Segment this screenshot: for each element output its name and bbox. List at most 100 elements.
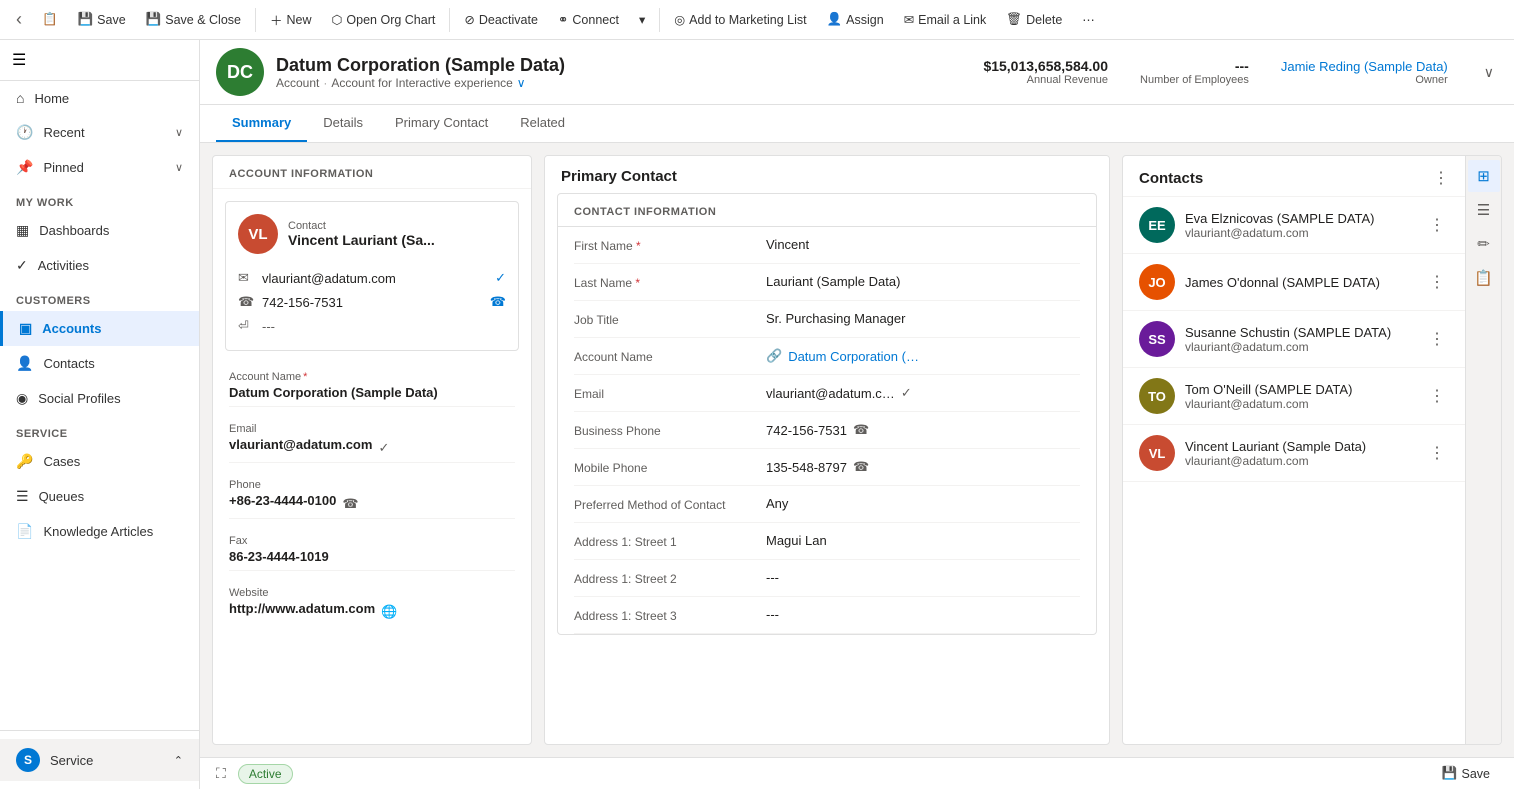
list-view-icon-button[interactable]: ☰	[1468, 194, 1500, 226]
accounts-icon: ▣	[19, 320, 32, 337]
email-copy-icon[interactable]: ✓	[378, 440, 389, 456]
status-bar: ⛶ Active 💾 Save	[200, 757, 1514, 789]
mobile-phone-value: 135-548-8797 ☎	[766, 459, 1080, 475]
sidebar-item-social-profiles[interactable]: ◉ Social Profiles	[0, 381, 199, 416]
deactivate-button[interactable]: ⊘ Deactivate	[456, 8, 546, 31]
add-marketing-list-button[interactable]: ◎ Add to Marketing List	[666, 8, 814, 31]
owner-label: Owner	[1281, 74, 1448, 86]
email-pc-label: Email	[574, 385, 754, 401]
sep3	[659, 8, 660, 32]
record-meta: $15,013,658,584.00 Annual Revenue --- Nu…	[983, 58, 1498, 86]
tab-related[interactable]: Related	[504, 105, 581, 142]
assign-button[interactable]: 👤 Assign	[819, 8, 892, 31]
expand-view-button[interactable]: ⛶	[216, 765, 226, 782]
account-name-pc-field: Account Name 🔗 Datum Corporation (…	[574, 338, 1080, 375]
status-badge: Active	[238, 764, 293, 784]
annual-revenue-value: $15,013,658,584.00	[983, 58, 1108, 74]
sidebar-item-knowledge-articles[interactable]: 📄 Knowledge Articles	[0, 514, 199, 549]
service-section-label: Service	[0, 416, 199, 444]
process-chevron[interactable]: ∨	[517, 76, 526, 90]
list-item[interactable]: TO Tom O'Neill (SAMPLE DATA) vlauriant@a…	[1123, 368, 1465, 425]
contact-ss-more[interactable]: ⋮	[1425, 327, 1449, 351]
document-icon-button[interactable]: 📋	[1468, 262, 1500, 294]
list-item[interactable]: EE Eva Elznicovas (SAMPLE DATA) vlaurian…	[1123, 197, 1465, 254]
delete-button[interactable]: 🗑 Delete	[998, 8, 1070, 31]
overflow-button[interactable]: ⋯	[1074, 8, 1103, 31]
email-action-icon[interactable]: ✓	[495, 270, 506, 286]
annual-revenue-meta: $15,013,658,584.00 Annual Revenue	[983, 58, 1108, 86]
contact-ee-more[interactable]: ⋮	[1425, 213, 1449, 237]
contact-vl-more[interactable]: ⋮	[1425, 441, 1449, 465]
owner-value[interactable]: Jamie Reding (Sample Data)	[1281, 59, 1448, 74]
contact-jo-more[interactable]: ⋮	[1425, 270, 1449, 294]
sidebar-item-pinned[interactable]: 📌 Pinned ∨	[0, 150, 199, 185]
first-name-value: Vincent	[766, 237, 1080, 252]
website-label: Website	[229, 587, 515, 599]
sidebar-item-activities[interactable]: ✓ Activities	[0, 248, 199, 283]
record-title: Datum Corporation (Sample Data)	[276, 55, 971, 76]
sidebar-item-recent[interactable]: 🕐 Recent ∨	[0, 115, 199, 150]
sidebar-item-queues[interactable]: ☰ Queues	[0, 479, 199, 514]
num-employees-label: Number of Employees	[1140, 74, 1249, 86]
contacts-view-icon-button[interactable]: ⊞	[1468, 160, 1500, 192]
contact-to-more[interactable]: ⋮	[1425, 384, 1449, 408]
sidebar-item-contacts[interactable]: 👤 Contacts	[0, 346, 199, 381]
list-item[interactable]: JO James O'donnal (SAMPLE DATA) ⋮	[1123, 254, 1465, 311]
back-button[interactable]: ‹	[8, 5, 30, 34]
tab-details[interactable]: Details	[307, 105, 379, 142]
contact-phone: 742-156-7531	[262, 295, 343, 310]
email-link-button[interactable]: ✉ Email a Link	[896, 8, 995, 31]
form-view-button[interactable]: 📋	[34, 8, 66, 31]
header-expand-button[interactable]: ∨	[1480, 60, 1498, 85]
website-icon[interactable]: 🌐	[381, 604, 397, 620]
sidebar-item-cases[interactable]: 🔑 Cases	[0, 444, 199, 479]
bottom-save-button[interactable]: 💾 Save	[1434, 762, 1498, 785]
num-employees-meta: --- Number of Employees	[1140, 58, 1249, 86]
toolbar: ‹ 📋 💾 Save 💾 Save & Close ＋ New ⬡ Open O…	[0, 0, 1514, 40]
left-column: ACCOUNT INFORMATION VL Contact Vincent L…	[212, 155, 532, 745]
sidebar-item-home[interactable]: ⌂ Home	[0, 81, 199, 115]
address-street1-label: Address 1: Street 1	[574, 533, 754, 549]
new-button[interactable]: ＋ New	[262, 6, 320, 33]
list-item[interactable]: VL Vincent Lauriant (Sample Data) vlauri…	[1123, 425, 1465, 482]
contact-email: vlauriant@adatum.com	[262, 271, 396, 286]
business-phone-action-icon[interactable]: ☎	[853, 422, 869, 438]
connect-button[interactable]: ⚭ Connect	[550, 8, 627, 31]
contact-to-email: vlauriant@adatum.com	[1185, 397, 1415, 411]
contact-extra-row: ⏎ ---	[238, 314, 506, 338]
mobile-phone-label: Mobile Phone	[574, 459, 754, 475]
last-name-field: Last Name * Lauriant (Sample Data)	[574, 264, 1080, 301]
delete-icon: 🗑	[1006, 12, 1022, 27]
more-dropdown-button[interactable]: ▾	[631, 8, 653, 31]
tab-primary-contact[interactable]: Primary Contact	[379, 105, 504, 142]
hamburger-icon[interactable]: ☰	[12, 50, 26, 70]
phone-call-icon[interactable]: ☎	[342, 496, 358, 512]
edit-icon-button[interactable]: ✏	[1468, 228, 1500, 260]
fax-value: 86-23-4444-1019	[229, 549, 515, 571]
contact-email-row: ✉ vlauriant@adatum.com ✓	[238, 266, 506, 290]
sidebar-item-dashboards[interactable]: ▦ Dashboards	[0, 213, 199, 248]
contact-to-avatar: TO	[1139, 378, 1175, 414]
contact-ss-email: vlauriant@adatum.com	[1185, 340, 1415, 354]
contacts-more-button[interactable]: ⋮	[1433, 168, 1449, 188]
list-item[interactable]: SS Susanne Schustin (SAMPLE DATA) vlauri…	[1123, 311, 1465, 368]
open-org-chart-button[interactable]: ⬡ Open Org Chart	[324, 8, 444, 31]
save-close-button[interactable]: 💾 Save & Close	[138, 8, 249, 31]
org-chart-icon: ⬡	[332, 12, 343, 27]
contact-vl-avatar: VL	[1139, 435, 1175, 471]
save-button[interactable]: 💾 Save	[70, 8, 134, 31]
tab-summary[interactable]: Summary	[216, 105, 307, 142]
sidebar-item-accounts[interactable]: ▣ Accounts	[0, 311, 199, 346]
address-street3-label: Address 1: Street 3	[574, 607, 754, 623]
account-name-field: Account Name Datum Corporation (Sample D…	[213, 363, 531, 415]
last-name-label: Last Name	[574, 276, 632, 290]
email-pc-action-icon[interactable]: ✓	[901, 385, 912, 401]
contacts-panel: Contacts ⋮ EE Eva Elznicovas (SAMPLE DAT…	[1123, 156, 1465, 744]
mobile-phone-action-icon[interactable]: ☎	[853, 459, 869, 475]
side-icon-strip: ⊞ ☰ ✏ 📋	[1465, 156, 1501, 744]
phone-action-icon[interactable]: ☎	[490, 294, 506, 310]
sidebar-header: ☰	[0, 40, 199, 81]
email-pc-value: vlauriant@adatum.c… ✓	[766, 385, 1080, 401]
sidebar-bottom-service[interactable]: S Service ⌃	[0, 739, 199, 781]
my-work-section-label: My Work	[0, 185, 199, 213]
